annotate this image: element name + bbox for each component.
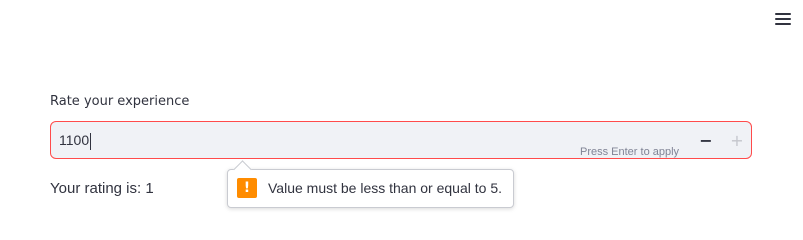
rating-output-text: Your rating is: 1 [50,180,154,197]
hamburger-menu-icon[interactable] [775,13,791,25]
validation-tooltip: ! Value must be less than or equal to 5. [227,160,514,208]
menu-line [775,23,791,25]
validation-message: Value must be less than or equal to 5. [268,180,502,196]
increment-button[interactable]: + [721,122,753,158]
tooltip-arrow [233,160,252,179]
rating-number-input[interactable]: 1100 Press Enter to apply − + [50,121,752,159]
rating-input-label: Rate your experience [50,94,190,109]
text-caret [90,132,92,150]
warning-icon: ! [237,178,257,198]
press-enter-hint: Press Enter to apply [580,146,680,158]
rating-input-value: 1100 [59,132,90,148]
menu-line [775,13,791,15]
rating-input-field[interactable]: 1100 [59,122,559,158]
app-page: Rate your experience 1100 Press Enter to… [0,0,803,225]
menu-line [775,18,791,20]
decrement-button[interactable]: − [690,122,722,158]
